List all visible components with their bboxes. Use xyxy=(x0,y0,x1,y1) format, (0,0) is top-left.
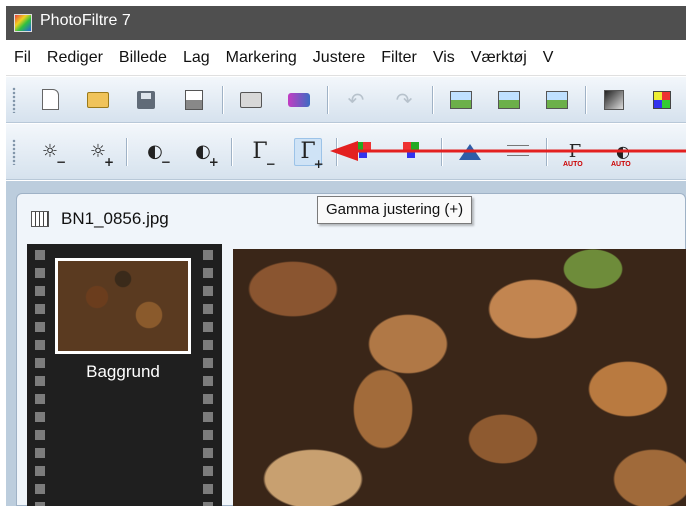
gradient-icon xyxy=(604,89,624,110)
new-file-button[interactable] xyxy=(36,86,64,114)
crop-icon xyxy=(546,90,568,109)
contrast-minus-icon: ◐ − xyxy=(147,141,171,169)
brightness-plus-icon: ☼ + xyxy=(89,141,115,169)
tooltip: Gamma justering (+) xyxy=(317,196,473,224)
menu-item[interactable]: Justere xyxy=(313,49,365,67)
brightness-plus-button[interactable]: ☼ + xyxy=(84,138,115,169)
save-icon xyxy=(137,90,155,109)
document-window[interactable]: BN1_0856.jpg Baggrund xyxy=(16,193,686,506)
save-button[interactable] xyxy=(132,86,160,114)
crop-button[interactable] xyxy=(543,86,571,114)
open-folder-icon xyxy=(87,91,109,108)
canvas-size-button[interactable] xyxy=(495,86,523,114)
contrast-plus-button[interactable]: ◐ + xyxy=(189,138,219,169)
toolbar-grip[interactable] xyxy=(12,138,16,165)
contrast-minus-button[interactable]: ◐ − xyxy=(141,138,171,169)
layer-name: Baggrund xyxy=(86,362,160,381)
gamma-minus-icon: Γ − xyxy=(252,139,276,171)
toolbar-separator xyxy=(222,85,223,114)
toolbar-separator xyxy=(585,85,586,114)
contrast-plus-icon: ◐ + xyxy=(195,141,219,169)
menu-item[interactable]: Vis xyxy=(433,49,455,67)
photofiltre-app-icon xyxy=(14,14,32,32)
image-size-button[interactable] xyxy=(447,86,475,114)
undo-button[interactable]: ↶ xyxy=(342,86,370,114)
toolbar-grip[interactable] xyxy=(12,86,16,113)
film-holes xyxy=(201,244,215,506)
toolbar-separator xyxy=(231,137,232,166)
toolbar-separator xyxy=(126,137,127,166)
menu-item[interactable]: Fil xyxy=(14,49,31,67)
scanner-icon xyxy=(288,92,310,107)
print-button[interactable] xyxy=(237,86,265,114)
image-document-icon xyxy=(31,211,49,227)
color-palette-icon xyxy=(653,90,671,109)
annotation-arrow xyxy=(330,141,686,161)
menu-item[interactable]: Billede xyxy=(119,49,167,67)
menu-bar: Fil Rediger Billede Lag Markering Justere Filt… xyxy=(6,40,686,76)
new-document-icon xyxy=(41,89,59,110)
toolbar-separator xyxy=(432,85,433,114)
menu-item[interactable]: Lag xyxy=(183,49,210,67)
menu-item[interactable]: Rediger xyxy=(47,49,103,67)
save-as-icon xyxy=(185,89,203,110)
menu-item[interactable]: Værktøj xyxy=(471,49,527,67)
gamma-plus-button[interactable]: Γ + xyxy=(294,137,324,171)
scan-button[interactable] xyxy=(285,86,313,114)
title-bar: PhotoFiltre 7 xyxy=(6,6,686,40)
menu-item[interactable]: Markering xyxy=(226,49,297,67)
menu-item[interactable]: V xyxy=(543,49,554,67)
redo-icon: ↷ xyxy=(395,87,413,112)
image-size-icon xyxy=(450,90,472,109)
redo-button[interactable]: ↷ xyxy=(390,86,418,114)
document-title: BN1_0856.jpg xyxy=(61,209,169,228)
gamma-plus-icon: Γ + xyxy=(300,139,324,171)
toolbar-separator xyxy=(327,85,328,114)
undo-icon: ↶ xyxy=(347,87,365,112)
main-toolbar: ↶ ↷ xyxy=(6,77,686,123)
workspace: BN1_0856.jpg Baggrund xyxy=(6,181,686,506)
film-holes xyxy=(33,244,47,506)
brightness-minus-button[interactable]: ☼ − xyxy=(36,138,67,169)
canvas-size-icon xyxy=(498,90,520,109)
open-file-button[interactable] xyxy=(84,86,112,114)
image-canvas[interactable] xyxy=(233,249,686,506)
layer-thumbnail[interactable] xyxy=(55,258,191,354)
gradient-button[interactable] xyxy=(600,86,628,114)
window-title: PhotoFiltre 7 xyxy=(40,12,131,29)
brightness-minus-icon: ☼ − xyxy=(41,141,67,169)
layer-panel: Baggrund xyxy=(27,244,222,506)
menu-item[interactable]: Filter xyxy=(381,49,417,67)
gamma-minus-button[interactable]: Γ − xyxy=(246,138,276,171)
print-icon xyxy=(240,91,262,108)
color-palette-button[interactable] xyxy=(648,86,676,114)
save-as-button[interactable] xyxy=(180,86,208,114)
